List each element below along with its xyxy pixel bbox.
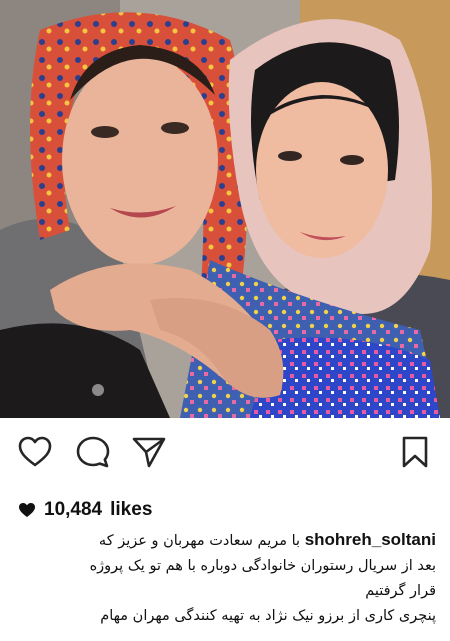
likes-number: 10,484	[44, 499, 103, 520]
caption-text-1: با مریم سعادت مهربان و عزیز که	[98, 533, 301, 549]
username-link[interactable]: shohreh_soltani	[305, 530, 436, 549]
post-caption: shohreh_soltani با مریم سعادت مهربان و ع…	[8, 527, 436, 629]
caption-line-4: پنچری کاری از برزو نیک نژاد به تهیه کنند…	[100, 608, 436, 624]
speech-bubble-icon[interactable]	[75, 435, 111, 469]
heart-outline-icon[interactable]	[18, 436, 52, 468]
caption-line-3: قرار گرفتیم	[365, 583, 436, 599]
post-action-bar	[0, 418, 450, 488]
caption-line-2: بعد از سریال رستوران خانوادگی دوباره با …	[89, 558, 436, 574]
bookmark-icon[interactable]	[401, 435, 429, 469]
caption-line-1: shohreh_soltani با مریم سعادت مهربان و ع…	[8, 527, 436, 554]
likes-label: likes	[110, 499, 153, 520]
heart-filled-icon	[19, 503, 35, 517]
paper-plane-icon[interactable]	[131, 436, 167, 468]
post-photo-illustration	[0, 0, 450, 418]
instagram-post: 10,484 likes shohreh_soltani با مریم سعا…	[0, 0, 450, 641]
likes-count[interactable]: 10,484 likes	[18, 498, 152, 522]
post-photo[interactable]	[0, 0, 450, 418]
